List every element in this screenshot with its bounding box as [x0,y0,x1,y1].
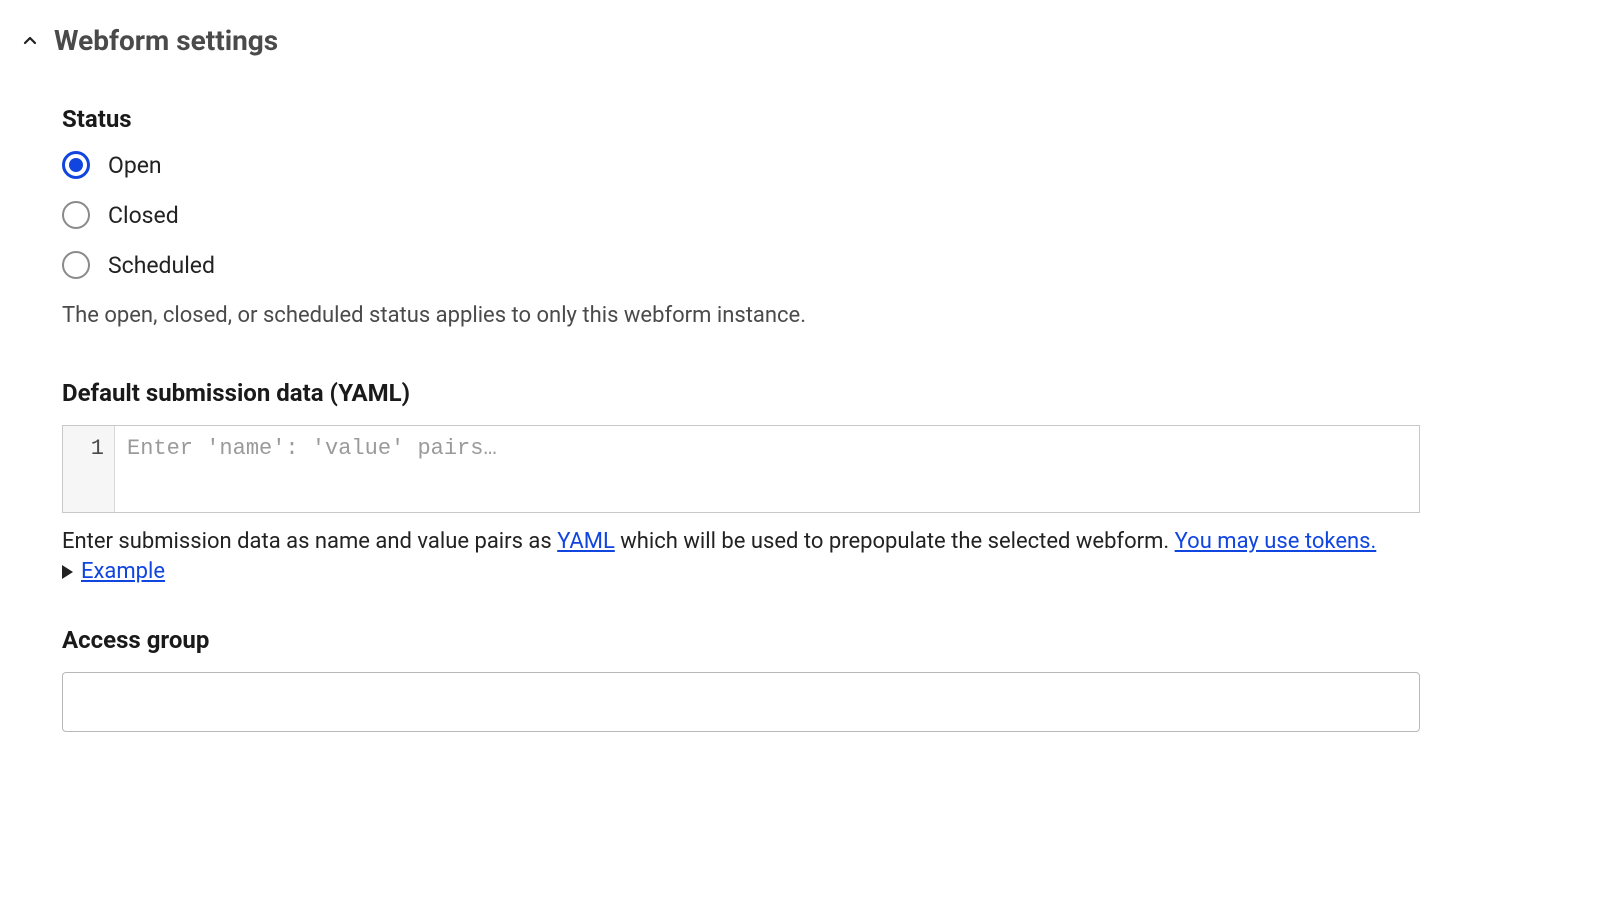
chevron-up-icon [20,31,40,51]
status-option-closed[interactable]: Closed [62,201,1420,229]
example-details[interactable]: Example [62,559,1420,584]
default-data-description: Enter submission data as name and value … [62,527,1420,558]
line-gutter: 1 [63,426,115,512]
radio-label: Closed [108,202,179,229]
radio-label: Scheduled [108,252,215,279]
radio-icon [62,201,90,229]
access-group-label: Access group [62,626,1420,654]
desc-text-mid: which will be used to prepopulate the se… [615,529,1175,554]
section-content: Status Open Closed Scheduled The open, c… [20,105,1440,732]
default-data-label: Default submission data (YAML) [62,379,1420,407]
radio-icon [62,151,90,179]
status-help-text: The open, closed, or scheduled status ap… [62,301,1420,331]
radio-icon [62,251,90,279]
status-label: Status [62,105,1420,133]
access-group-input[interactable] [62,672,1420,732]
yaml-editor[interactable]: 1 Enter 'name': 'value' pairs… [62,425,1420,513]
example-link[interactable]: Example [81,559,165,584]
status-radio-group: Open Closed Scheduled [62,151,1420,279]
desc-text-pre: Enter submission data as name and value … [62,529,557,554]
status-option-open[interactable]: Open [62,151,1420,179]
line-number: 1 [91,436,104,461]
status-option-scheduled[interactable]: Scheduled [62,251,1420,279]
section-toggle[interactable]: Webform settings [20,24,1580,57]
triangle-right-icon [62,565,73,579]
yaml-link[interactable]: YAML [557,529,615,554]
tokens-link[interactable]: You may use tokens. [1175,529,1377,554]
radio-label: Open [108,152,162,179]
section-title: Webform settings [54,24,278,57]
yaml-placeholder: Enter 'name': 'value' pairs… [115,426,1419,512]
